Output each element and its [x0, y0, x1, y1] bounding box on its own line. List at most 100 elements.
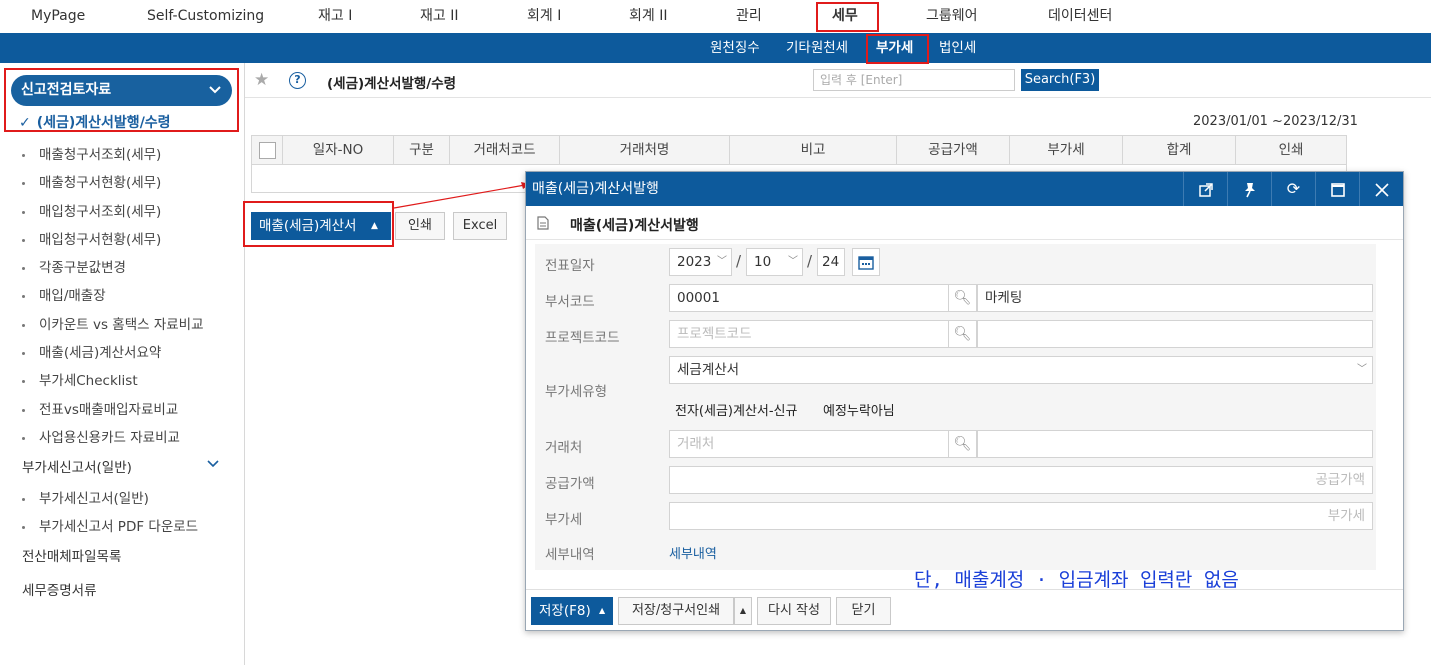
chevron-down-icon[interactable]: [206, 458, 220, 473]
column-header[interactable]: 인쇄: [1236, 136, 1346, 164]
chevron-down-icon[interactable]: ﹀: [717, 249, 727, 275]
nav-self-customizing[interactable]: Self-Customizing: [147, 0, 264, 33]
sidebar-item[interactable]: 부가세Checklist: [22, 369, 138, 389]
label-vat: 부가세: [545, 512, 583, 528]
annotation-arrow: [393, 182, 530, 209]
dialog-title: 매출(세금)계산서발행: [532, 181, 659, 197]
caret-up-icon[interactable]: ▲: [734, 597, 752, 625]
sidebar-group-tax-certificates[interactable]: 세무증명서류: [22, 579, 97, 599]
nav-data-center[interactable]: 데이터센터: [1048, 0, 1112, 33]
column-header[interactable]: 구분: [394, 136, 450, 164]
search-icon[interactable]: 🔍︎: [948, 284, 977, 312]
customer-code-input[interactable]: 거래처: [669, 430, 949, 458]
search-icon[interactable]: 🔍︎: [948, 320, 977, 348]
chevron-down-icon[interactable]: ﹀: [1357, 357, 1367, 383]
column-header[interactable]: 비고: [730, 136, 897, 164]
date-separator: /: [736, 252, 742, 270]
project-code-input[interactable]: 프로젝트코드: [669, 320, 949, 348]
nav-accounting-1[interactable]: 회계 I: [527, 0, 561, 33]
divider: [245, 97, 1431, 98]
sidebar-item[interactable]: 전표vs매출매입자료비교: [22, 398, 178, 418]
sidebar-item[interactable]: 매입청구서조회(세무): [22, 200, 161, 220]
close-icon[interactable]: [1359, 172, 1403, 206]
sidebar-item[interactable]: 매출청구서조회(세무): [22, 143, 161, 163]
refresh-icon[interactable]: ⟳: [1271, 172, 1315, 206]
day-input[interactable]: 24: [817, 248, 845, 276]
bullet-icon: [22, 323, 25, 327]
chevron-down-icon[interactable]: [208, 75, 222, 106]
caret-up-icon[interactable]: ▲: [371, 212, 378, 240]
nav-inventory-2[interactable]: 재고 II: [420, 0, 458, 33]
select-all-column: [252, 136, 283, 164]
search-icon[interactable]: 🔍︎: [948, 430, 977, 458]
star-icon[interactable]: ★: [254, 70, 269, 90]
excel-button[interactable]: Excel: [453, 212, 507, 240]
dept-name-input[interactable]: 마케팅: [977, 284, 1373, 312]
sidebar-header[interactable]: 신고전검토자료: [11, 75, 232, 106]
vat-amount-input[interactable]: 부가세: [669, 502, 1373, 530]
calendar-icon[interactable]: [852, 248, 880, 276]
nav-accounting-2[interactable]: 회계 II: [629, 0, 667, 33]
sidebar: 신고전검토자료 ✓ (세금)계산서발행/수령 매출청구서조회(세무) 매출청구서현…: [0, 63, 245, 665]
bullet-icon: [22, 436, 25, 440]
sidebar-group-vat-report[interactable]: 부가세신고서(일반): [22, 456, 132, 476]
sidebar-item[interactable]: 매출청구서현황(세무): [22, 171, 161, 191]
maximize-icon[interactable]: [1315, 172, 1359, 206]
sidebar-group-media-files[interactable]: 전산매체파일목록: [22, 545, 121, 565]
close-button[interactable]: 닫기: [836, 597, 891, 625]
nav-groupware[interactable]: 그룹웨어: [926, 0, 978, 33]
sidebar-item[interactable]: 매입청구서현황(세무): [22, 228, 161, 248]
sidebar-item[interactable]: 매입/매출장: [22, 284, 106, 304]
subnav-vat[interactable]: 부가세: [876, 33, 913, 63]
column-header[interactable]: 거래처코드: [450, 136, 560, 164]
nav-management[interactable]: 관리: [736, 0, 762, 33]
caret-up-icon[interactable]: ▲: [599, 597, 605, 625]
subnav-other-withholding[interactable]: 기타원천세: [786, 33, 848, 63]
sidebar-item[interactable]: 부가세신고서(일반): [22, 487, 149, 507]
dialog-subheader: 매출(세금)계산서발행: [526, 206, 1403, 240]
search-button[interactable]: Search(F3): [1021, 69, 1099, 91]
column-header[interactable]: 거래처명: [560, 136, 730, 164]
sidebar-item-selected[interactable]: ✓ (세금)계산서발행/수령: [19, 112, 171, 132]
subnav-corporate-tax[interactable]: 법인세: [939, 33, 976, 63]
chevron-down-icon[interactable]: ﹀: [788, 249, 798, 275]
month-select[interactable]: 10 ﹀: [746, 248, 803, 276]
search-input[interactable]: 입력 후 [Enter]: [813, 69, 1015, 91]
dept-code-input[interactable]: 00001: [669, 284, 949, 312]
label-supply: 공급가액: [545, 476, 595, 492]
issue-invoice-button[interactable]: 매출(세금)계산서 ▲: [251, 212, 391, 240]
nav-mypage[interactable]: MyPage: [31, 0, 85, 33]
help-icon[interactable]: ?: [289, 72, 306, 89]
nav-inventory-1[interactable]: 재고 I: [318, 0, 352, 33]
sidebar-item[interactable]: 부가세신고서 PDF 다운로드: [22, 515, 198, 535]
bullet-icon: [22, 210, 25, 214]
supply-amount-input[interactable]: 공급가액: [669, 466, 1373, 494]
year-select[interactable]: 2023 ﹀: [669, 248, 732, 276]
bullet-icon: [22, 525, 25, 529]
customer-name-input[interactable]: [977, 430, 1373, 458]
vat-type-select[interactable]: 세금계산서 ﹀: [669, 356, 1373, 384]
save-print-button[interactable]: 저장/청구서인쇄: [618, 597, 734, 625]
open-external-icon[interactable]: [1183, 172, 1227, 206]
rewrite-button[interactable]: 다시 작성: [757, 597, 831, 625]
sidebar-selected-label: (세금)계산서발행/수령: [36, 115, 171, 131]
subnav-withholding[interactable]: 원천징수: [710, 33, 760, 63]
sidebar-item[interactable]: 매출(세금)계산서요약: [22, 341, 161, 361]
select-all-checkbox[interactable]: [258, 141, 276, 159]
pin-icon[interactable]: [1227, 172, 1271, 206]
date-range: 2023/01/01 ~2023/12/31: [1193, 114, 1358, 129]
sidebar-item[interactable]: 각종구분값변경: [22, 256, 126, 276]
column-header[interactable]: 일자-NO: [283, 136, 394, 164]
project-name-input[interactable]: [977, 320, 1373, 348]
sidebar-item[interactable]: 사업용신용카드 자료비교: [22, 426, 180, 446]
sidebar-item[interactable]: 이카운트 vs 홈택스 자료비교: [22, 313, 204, 333]
nav-tax[interactable]: 세무: [832, 0, 858, 33]
save-button[interactable]: 저장(F8) ▲: [531, 597, 613, 625]
invoice-form: 전표일자 2023 ﹀ / 10 ﹀ / 24 부서코드 00001 🔍︎ 마케…: [535, 244, 1376, 570]
print-button[interactable]: 인쇄: [395, 212, 445, 240]
column-header[interactable]: 합계: [1123, 136, 1236, 164]
column-header[interactable]: 부가세: [1010, 136, 1123, 164]
column-header[interactable]: 공급가액: [897, 136, 1010, 164]
bullet-icon: [22, 351, 25, 355]
detail-link[interactable]: 세부내역: [669, 543, 717, 562]
